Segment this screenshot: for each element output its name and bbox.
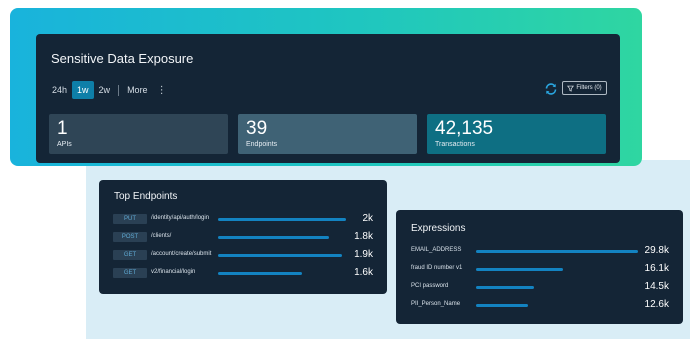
method-badge: GET (113, 250, 147, 260)
method-badge: GET (113, 268, 147, 278)
endpoint-bar (218, 236, 329, 239)
stat-value: 39 (246, 118, 268, 139)
filter-icon (567, 85, 575, 92)
divider (118, 84, 120, 96)
expression-label: PII_Person_Name (411, 301, 461, 307)
stat-transactions[interactable]: 42,135 Transactions (427, 114, 606, 154)
expression-row[interactable]: fraud ID number v1 16.1k (411, 263, 669, 274)
filters-label: Filters (0) (576, 85, 602, 91)
endpoint-count: 1.9k (354, 249, 373, 260)
range-option-1w[interactable]: 1w (72, 81, 94, 99)
endpoint-count: 1.8k (354, 231, 373, 242)
more-vertical-icon[interactable]: ⋮ (157, 85, 167, 96)
stat-apis[interactable]: 1 APIs (49, 114, 228, 154)
expression-label: PCI password (411, 283, 449, 289)
top-endpoints-card: Top Endpoints PUT /identity/api/auth/log… (99, 180, 387, 294)
stat-label: APIs (57, 141, 72, 148)
endpoint-row[interactable]: POST /clients/ 1.8k (113, 231, 373, 242)
endpoint-count: 1.6k (354, 267, 373, 278)
range-more-button[interactable]: More (122, 81, 153, 99)
expression-count: 14.5k (644, 281, 669, 292)
expression-count: 12.6k (644, 299, 669, 310)
expressions-card: Expressions EMAIL_ADDRESS 29.8k fraud ID… (396, 210, 683, 324)
sensitive-data-exposure-card: Sensitive Data Exposure 24h 1w 2w More ⋮… (36, 34, 620, 163)
expression-label: fraud ID number v1 (411, 265, 463, 271)
refresh-icon[interactable] (543, 81, 559, 97)
expression-count: 29.8k (644, 245, 669, 256)
expression-row[interactable]: EMAIL_ADDRESS 29.8k (411, 245, 669, 256)
endpoint-path: /clients/ (151, 233, 172, 239)
method-badge: PUT (113, 214, 147, 224)
endpoint-row[interactable]: GET /account/create/submit 1.9k (113, 249, 373, 260)
endpoint-row[interactable]: GET v2/financial/login 1.6k (113, 267, 373, 278)
endpoint-path: /account/create/submit (151, 251, 212, 257)
stat-label: Endpoints (246, 141, 278, 148)
endpoint-bar (218, 218, 346, 221)
endpoint-bar (218, 272, 302, 275)
expression-bar (476, 286, 534, 289)
expression-count: 16.1k (644, 263, 669, 274)
card-title: Top Endpoints (114, 191, 178, 202)
time-range-selector: 24h 1w 2w More ⋮ (47, 81, 167, 99)
expression-row[interactable]: PCI password 14.5k (411, 281, 669, 292)
method-badge: POST (113, 232, 147, 242)
stat-value: 1 (57, 118, 68, 139)
expression-bar (476, 250, 638, 253)
endpoint-path: v2/financial/login (151, 269, 196, 275)
range-option-2w[interactable]: 2w (94, 81, 116, 99)
stat-endpoints[interactable]: 39 Endpoints (238, 114, 417, 154)
stat-label: Transactions (435, 141, 475, 148)
filters-button[interactable]: Filters (0) (562, 81, 607, 95)
endpoint-row[interactable]: PUT /identity/api/auth/login 2k (113, 213, 373, 224)
expression-label: EMAIL_ADDRESS (411, 247, 462, 253)
endpoint-count: 2k (362, 213, 373, 224)
expression-bar (476, 268, 563, 271)
card-title: Sensitive Data Exposure (51, 51, 194, 66)
range-option-24h[interactable]: 24h (47, 81, 72, 99)
expression-bar (476, 304, 528, 307)
expression-row[interactable]: PII_Person_Name 12.6k (411, 299, 669, 310)
endpoint-bar (218, 254, 342, 257)
card-title: Expressions (411, 223, 466, 234)
endpoint-path: /identity/api/auth/login (151, 215, 210, 221)
stat-value: 42,135 (435, 118, 494, 139)
